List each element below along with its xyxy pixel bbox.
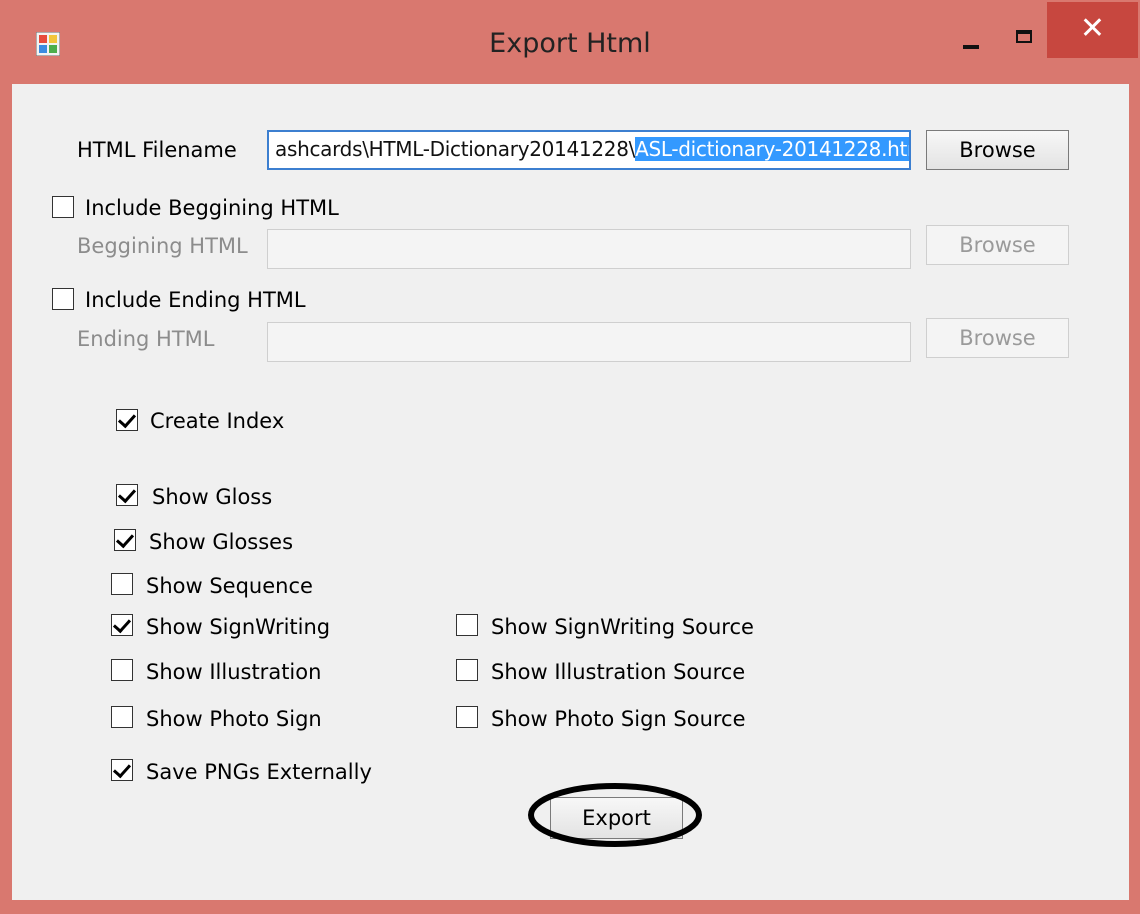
show-signwriting-checkbox[interactable] [111,614,133,636]
html-filename-prefix: ashcards\HTML-Dictionary20141228\ [275,137,636,161]
show-glosses-checkbox[interactable] [114,529,136,551]
show-illustration-label: Show Illustration [146,660,322,684]
show-gloss-checkbox[interactable] [116,484,138,506]
show-sequence-label: Show Sequence [146,574,313,598]
ending-html-input[interactable] [267,322,911,362]
show-photo-sign-source-label: Show Photo Sign Source [491,707,746,731]
close-icon[interactable]: ✕ [1047,2,1138,58]
beginning-html-input[interactable] [267,229,911,269]
create-index-label: Create Index [150,409,285,433]
include-ending-label: Include Ending HTML [85,288,306,312]
show-photo-sign-checkbox[interactable] [111,706,133,728]
html-filename-label: HTML Filename [77,138,237,162]
show-photo-sign-label: Show Photo Sign [146,707,322,731]
show-signwriting-source-label: Show SignWriting Source [491,615,754,639]
beginning-html-label: Beggining HTML [77,234,248,258]
show-signwriting-source-checkbox[interactable] [456,614,478,636]
show-gloss-label: Show Gloss [152,485,273,509]
show-illustration-checkbox[interactable] [111,659,133,681]
include-beginning-label: Include Beggining HTML [85,196,339,220]
include-beginning-checkbox[interactable] [52,196,74,218]
title-bar[interactable]: Export Html ✕ [0,0,1140,84]
include-ending-checkbox[interactable] [52,288,74,310]
show-signwriting-label: Show SignWriting [146,615,331,639]
browse-ending-button[interactable]: Browse [926,318,1069,358]
show-illustration-source-label: Show Illustration Source [491,660,746,684]
show-sequence-checkbox[interactable] [111,573,133,595]
browse-beginning-button[interactable]: Browse [926,225,1069,265]
save-pngs-externally-label: Save PNGs Externally [146,760,372,784]
html-filename-selection: ASL-dictionary-20141228.html [635,137,909,161]
dialog-body: HTML Filename ashcards\HTML-Dictionary20… [12,84,1129,900]
save-pngs-externally-checkbox[interactable] [111,759,133,781]
ending-html-label: Ending HTML [77,327,215,351]
window-frame: Export Html ✕ HTML Filename ashcards\HTM… [0,0,1140,914]
show-illustration-source-checkbox[interactable] [456,659,478,681]
browse-filename-button[interactable]: Browse [926,130,1069,170]
show-glosses-label: Show Glosses [149,530,294,554]
show-photo-sign-source-checkbox[interactable] [456,706,478,728]
highlight-ellipse [528,783,702,847]
minimize-icon[interactable] [952,20,992,60]
create-index-checkbox[interactable] [116,409,138,431]
html-filename-input[interactable]: ashcards\HTML-Dictionary20141228\ASL-dic… [267,130,911,170]
maximize-icon[interactable] [1003,18,1043,58]
